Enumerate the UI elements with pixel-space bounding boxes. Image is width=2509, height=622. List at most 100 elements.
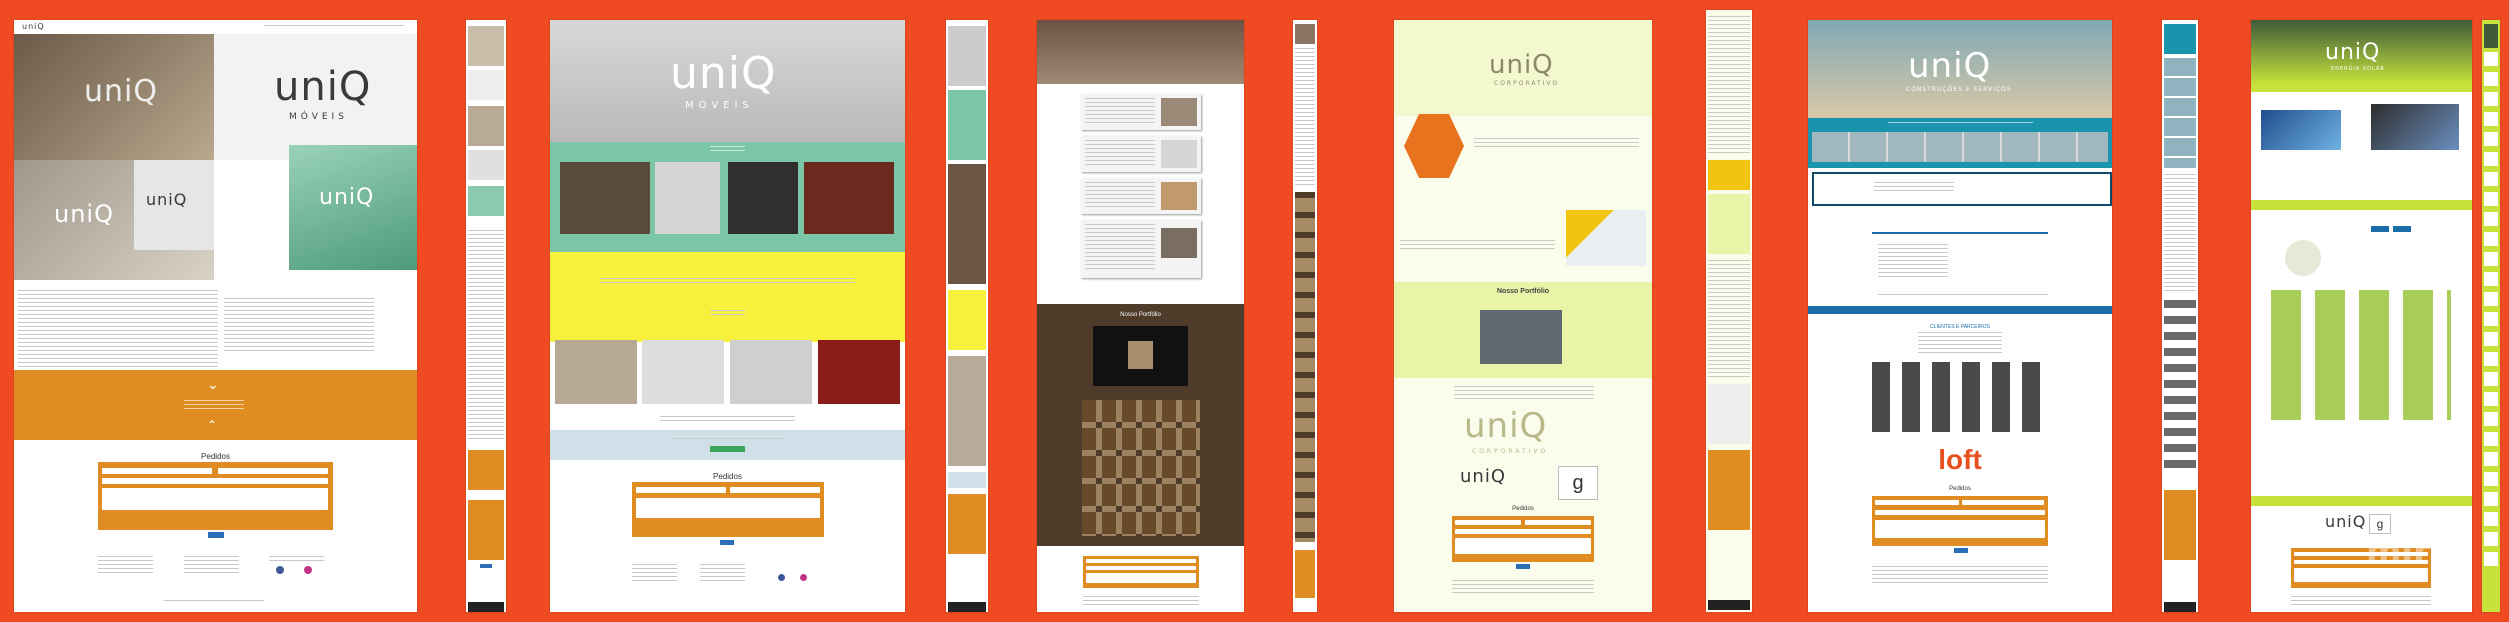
corporativo-send-button[interactable] — [1516, 564, 1530, 569]
mobile-construcoes-logos[interactable] — [2164, 300, 2196, 470]
footer-col-1 — [98, 556, 153, 576]
moveis-name-field[interactable] — [636, 487, 726, 493]
mobile-hero-1[interactable] — [468, 26, 504, 66]
instagram-icon[interactable] — [304, 566, 312, 574]
construcoes-send-button[interactable] — [1954, 548, 1968, 553]
mobile-hero-4[interactable] — [468, 150, 504, 180]
lime-bar-1 — [2251, 84, 2472, 92]
hero-moveis-logo-tile[interactable]: uniQ MÓVEIS — [214, 34, 417, 160]
hero-moveis-tile[interactable]: uniQ — [14, 34, 214, 160]
message-field[interactable] — [102, 488, 328, 510]
mobile-servicos-gallery[interactable] — [1295, 192, 1315, 542]
servicos-order-form — [1083, 556, 1199, 588]
hero-construcoes-tile[interactable]: uniQ — [134, 160, 214, 250]
service-card-3[interactable] — [1081, 178, 1201, 214]
moveis-message-field[interactable] — [636, 498, 820, 518]
photo-band[interactable] — [1812, 132, 2108, 162]
energia-button-1[interactable] — [2371, 226, 2389, 232]
solar-panel-image[interactable] — [2261, 110, 2341, 150]
teal-section — [550, 142, 905, 252]
mobile-page-corporativo — [1706, 10, 1752, 612]
contact-strip-button[interactable] — [710, 446, 745, 452]
mobile-send-button[interactable] — [480, 564, 492, 568]
mobile-moveis-gallery[interactable] — [948, 356, 986, 466]
yellow-text — [600, 278, 855, 286]
loft-logo[interactable]: loft — [1922, 444, 1998, 476]
mobile-servicos-cards — [1295, 48, 1315, 188]
gallery-photo-3[interactable] — [730, 340, 812, 404]
facebook-icon[interactable] — [276, 566, 284, 574]
mobile-construcoes-photos[interactable] — [2164, 58, 2196, 168]
about-text — [18, 290, 218, 370]
furniture-photo-2[interactable] — [655, 162, 720, 234]
energia-button-2[interactable] — [2393, 226, 2411, 232]
name-field[interactable] — [102, 468, 212, 474]
partner-logo-uniq[interactable]: uniQ — [1460, 466, 1506, 487]
mobile-moveis-yellow — [948, 290, 986, 350]
mobile-form — [468, 500, 504, 560]
furniture-photo-4[interactable] — [804, 162, 894, 234]
gallery-photo-1[interactable] — [555, 340, 637, 404]
service-card-4[interactable] — [1081, 220, 1201, 278]
service-card-2[interactable] — [1081, 136, 1201, 172]
moveis-logo: uniQ — [670, 48, 777, 99]
mobile-construcoes-header — [2164, 24, 2196, 54]
clients-links[interactable] — [1918, 332, 2002, 354]
gallery-photo-4[interactable] — [818, 340, 900, 404]
mobile-moveis-header — [948, 26, 986, 86]
mobile-hero-2[interactable] — [468, 70, 504, 100]
helmet-blueprint-image — [1566, 210, 1646, 266]
partner-logo-g[interactable]: g — [1558, 466, 1598, 500]
energia-collage[interactable] — [2271, 290, 2451, 420]
mobile-hero-3[interactable] — [468, 106, 504, 146]
chevron-down-icon[interactable]: ⌄ — [207, 376, 219, 393]
send-button[interactable] — [208, 532, 224, 538]
moveis-order-form — [632, 482, 824, 537]
footer-col-3 — [269, 556, 324, 562]
chevron-up-icon[interactable]: ⌃ — [207, 418, 217, 432]
portfolio-video[interactable] — [1093, 326, 1188, 386]
furniture-photo-3[interactable] — [728, 162, 798, 234]
mobile-energia-header — [2484, 24, 2498, 48]
servicos-footer — [1083, 596, 1199, 606]
solar-house-image[interactable] — [2371, 104, 2459, 150]
services-list — [1878, 244, 1948, 280]
email-field[interactable] — [218, 468, 328, 474]
mobile-page-moveis — [946, 20, 988, 612]
mobile-moveis-photos[interactable] — [948, 164, 986, 284]
hero-logo-3: uniQ — [54, 200, 114, 228]
mobile-construcoes-footer — [2164, 602, 2196, 612]
service-card-1[interactable] — [1081, 94, 1201, 130]
energia-partner-logo-g[interactable]: g — [2369, 514, 2391, 534]
moveis-facebook-icon[interactable] — [778, 574, 785, 581]
mobile-energia-content[interactable] — [2484, 52, 2498, 572]
phone-field[interactable] — [102, 478, 328, 484]
moveis-email-field[interactable] — [730, 487, 820, 493]
corporativo-portfolio-title: Nosso Portfólio — [1496, 288, 1550, 295]
corporativo-footer — [1452, 580, 1594, 596]
nav-links[interactable] — [264, 25, 404, 28]
construcoes-logo-sub: CONSTRUÇÕES E SERVIÇOS — [1906, 86, 2012, 93]
mobile-construcoes-form — [2164, 490, 2196, 560]
energia-logo-sub: ENERGIA SOLAR — [2331, 66, 2385, 72]
moveis-footer-2 — [700, 564, 745, 582]
miro-watermark: miro — [2366, 532, 2454, 572]
mobile-page-energia — [2482, 20, 2500, 612]
construcoes-order-form — [1872, 496, 2048, 546]
nav-logo[interactable]: uniQ — [22, 22, 45, 31]
hero-energia-tile[interactable]: uniQ — [289, 145, 417, 270]
moveis-instagram-icon[interactable] — [800, 574, 807, 581]
mobile-hero-5[interactable] — [468, 186, 504, 216]
construcoes-footer — [1872, 566, 2048, 584]
partner-logos-grid[interactable] — [1872, 362, 2048, 432]
mobile-corporativo-logos[interactable] — [1708, 384, 1750, 444]
portfolio-thumb-grid[interactable] — [1082, 400, 1200, 536]
gallery-photo-2[interactable] — [642, 340, 724, 404]
energia-logo: uniQ — [2325, 40, 2381, 65]
moveis-send-button[interactable] — [720, 540, 734, 545]
mobile-moveis-contact — [948, 472, 986, 488]
footer-copyright — [164, 600, 264, 604]
furniture-photo-1[interactable] — [560, 162, 650, 234]
office-photo[interactable] — [1480, 310, 1562, 364]
energia-partner-logo-uniq[interactable]: uniQ — [2325, 512, 2366, 531]
